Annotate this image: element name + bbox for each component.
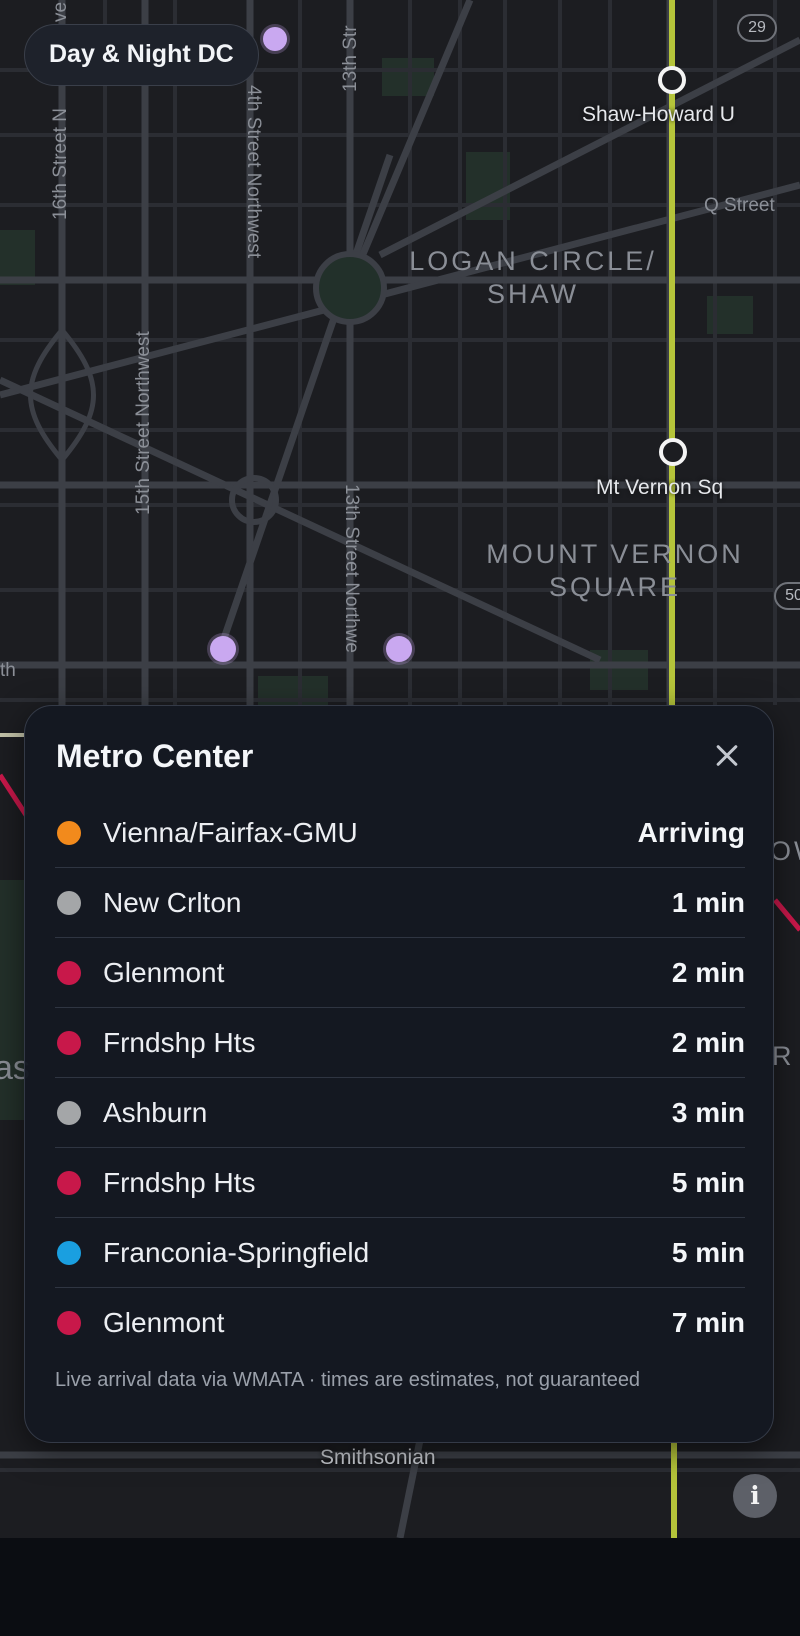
arrival-eta: 7 min bbox=[671, 1307, 745, 1338]
district-label-line: SQUARE bbox=[548, 572, 682, 602]
arrival-destination: Vienna/Fairfax-GMU bbox=[103, 817, 358, 848]
arrival-destination: Glenmont bbox=[103, 957, 225, 988]
info-icon[interactable]: i bbox=[733, 1474, 777, 1518]
arrival-row[interactable]: Vienna/Fairfax-GMU Arriving bbox=[55, 798, 745, 868]
arrival-row[interactable]: Glenmont 2 min bbox=[55, 938, 745, 1008]
arrivals-list: Vienna/Fairfax-GMU Arriving New Crlton 1… bbox=[55, 798, 745, 1358]
route-shield-29: 29 bbox=[737, 14, 777, 42]
poi-marker[interactable] bbox=[263, 27, 287, 51]
station-label-smithsonian[interactable]: Smithsonian bbox=[320, 1446, 436, 1470]
street-label-13th-mid: 13th Street Northwe bbox=[341, 484, 362, 653]
line-color-dot bbox=[57, 961, 81, 985]
route-shield-50: 50 bbox=[774, 582, 800, 610]
arrival-row[interactable]: Frndshp Hts 2 min bbox=[55, 1008, 745, 1078]
arrival-destination: Ashburn bbox=[103, 1097, 208, 1128]
district-label-mount-vernon-square: MOUNT VERNON SQUARE bbox=[480, 538, 750, 604]
arrival-eta: Arriving bbox=[637, 817, 745, 848]
arrival-row[interactable]: Ashburn 3 min bbox=[55, 1078, 745, 1148]
station-marker-shaw[interactable] bbox=[658, 66, 686, 94]
close-icon[interactable] bbox=[709, 738, 745, 774]
bottom-bar bbox=[0, 1538, 800, 1636]
line-color-dot bbox=[57, 1031, 81, 1055]
station-marker-mt-vernon[interactable] bbox=[659, 438, 687, 466]
station-label-mt-vernon[interactable]: Mt Vernon Sq bbox=[596, 476, 723, 500]
street-label-15th: 15th Street Northwest bbox=[133, 331, 154, 515]
line-color-dot bbox=[57, 1241, 81, 1265]
map-label-fragment-ow: OW bbox=[770, 836, 800, 866]
street-label-14th: 4th Street Northwest bbox=[243, 85, 264, 259]
arrivals-panel: Metro Center Vienna/Fairfax-GMU Arriving… bbox=[24, 705, 774, 1443]
arrival-eta: 5 min bbox=[671, 1167, 745, 1198]
arrival-destination: New Crlton bbox=[103, 887, 242, 918]
arrival-eta: 2 min bbox=[671, 1027, 745, 1058]
street-label-q-street: Q Street bbox=[704, 195, 775, 216]
street-label-16th: 16th Street N bbox=[50, 108, 71, 220]
app-title-chip[interactable]: Day & Night DC bbox=[24, 24, 259, 86]
data-source-footnote: Live arrival data via WMATA · times are … bbox=[55, 1369, 641, 1391]
arrival-destination: Franconia-Springfield bbox=[103, 1237, 370, 1268]
district-label-line: LOGAN CIRCLE/ bbox=[409, 246, 657, 276]
station-label-shaw[interactable]: Shaw-Howard U bbox=[582, 103, 735, 127]
map-label-fragment-r: R bbox=[772, 1041, 795, 1071]
street-label-ve-fragment: ve bbox=[50, 1, 71, 22]
arrival-eta: 1 min bbox=[671, 887, 745, 918]
arrival-eta: 5 min bbox=[671, 1237, 745, 1268]
street-label-th-fragment: th bbox=[0, 660, 16, 681]
poi-marker[interactable] bbox=[386, 636, 412, 662]
arrival-row[interactable]: Frndshp Hts 5 min bbox=[55, 1148, 745, 1218]
arrival-destination: Frndshp Hts bbox=[103, 1167, 256, 1198]
panel-title: Metro Center bbox=[56, 738, 254, 774]
arrival-row[interactable]: Franconia-Springfield 5 min bbox=[55, 1218, 745, 1288]
arrival-destination: Glenmont bbox=[103, 1307, 225, 1338]
poi-marker[interactable] bbox=[210, 636, 236, 662]
arrival-row[interactable]: Glenmont 7 min bbox=[55, 1288, 745, 1358]
arrival-destination: Frndshp Hts bbox=[103, 1027, 256, 1058]
line-color-dot bbox=[57, 1171, 81, 1195]
line-color-dot bbox=[57, 891, 81, 915]
arrival-eta: 3 min bbox=[671, 1097, 745, 1128]
district-label-line: SHAW bbox=[487, 279, 579, 309]
district-label-logan-circle: LOGAN CIRCLE/ SHAW bbox=[408, 245, 658, 311]
line-color-dot bbox=[57, 1101, 81, 1125]
district-label-line: MOUNT VERNON bbox=[486, 539, 744, 569]
arrival-eta: 2 min bbox=[671, 957, 745, 988]
line-color-dot bbox=[57, 821, 81, 845]
arrival-row[interactable]: New Crlton 1 min bbox=[55, 868, 745, 938]
line-color-dot bbox=[57, 1311, 81, 1335]
street-label-13th-top: 13th Str bbox=[340, 25, 361, 92]
